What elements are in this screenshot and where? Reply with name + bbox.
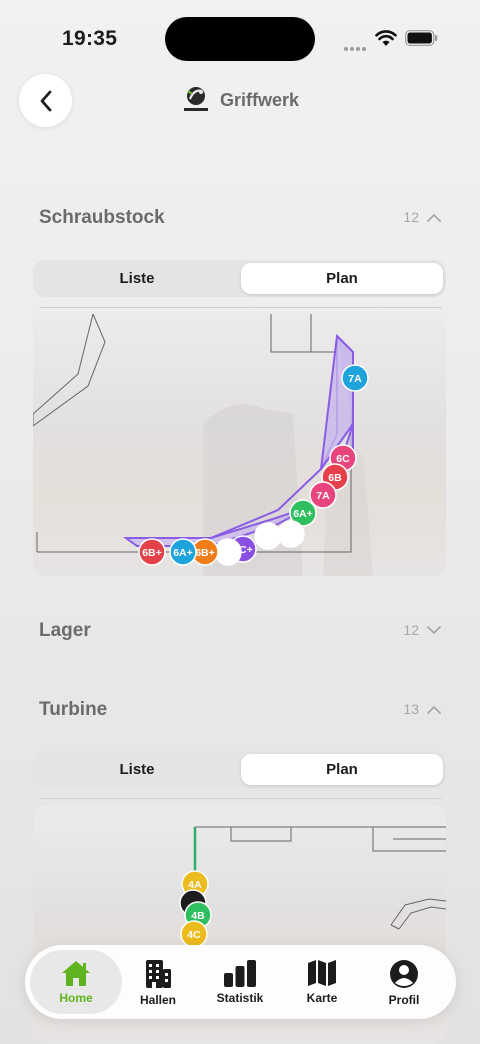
section-toggle-schraubstock[interactable]: 12 bbox=[403, 209, 441, 225]
tab-label: Home bbox=[59, 991, 93, 1005]
view-switch-schraubstock: Liste Plan bbox=[33, 260, 446, 297]
route-grade-label: 6B bbox=[328, 472, 342, 484]
section-title-schraubstock[interactable]: Schraubstock bbox=[39, 207, 165, 229]
section-title-lager[interactable]: Lager bbox=[39, 620, 91, 642]
cellular-signal-icon bbox=[344, 38, 370, 51]
status-bar: 19:35 bbox=[0, 0, 480, 70]
section-toggle-lager[interactable]: 12 bbox=[403, 622, 441, 638]
tab-bar: Home Hallen Statistik Karte Profil bbox=[25, 945, 456, 1019]
tab-hallen[interactable]: Hallen bbox=[112, 950, 204, 1014]
route-marker-circle bbox=[254, 522, 282, 550]
route-grade-label: 4B bbox=[191, 910, 205, 922]
tab-home[interactable]: Home bbox=[30, 950, 122, 1014]
chevron-up-icon bbox=[427, 213, 441, 222]
route-marker-circle bbox=[214, 538, 242, 566]
tab-statistik[interactable]: Statistik bbox=[194, 950, 286, 1014]
building-icon bbox=[146, 960, 171, 988]
route-marker[interactable] bbox=[214, 538, 242, 566]
route-grade-label: 4C bbox=[187, 929, 201, 941]
status-time: 19:35 bbox=[62, 27, 118, 50]
route-grade-label: 6A+ bbox=[293, 508, 313, 520]
route-grade-label: 6B+ bbox=[142, 547, 162, 559]
chevron-down-icon bbox=[427, 625, 441, 634]
route-grade-label: 6B+ bbox=[195, 547, 215, 559]
section-title-turbine[interactable]: Turbine bbox=[39, 699, 107, 721]
segment-list[interactable]: Liste bbox=[36, 754, 238, 785]
tab-profil[interactable]: Profil bbox=[358, 950, 450, 1014]
tab-label: Statistik bbox=[216, 991, 264, 1005]
profile-icon bbox=[390, 960, 418, 988]
segment-list[interactable]: Liste bbox=[36, 263, 238, 294]
route-marker[interactable]: 6B+ bbox=[138, 538, 166, 566]
route-grade-label: 6A+ bbox=[173, 547, 193, 559]
griffwerk-logo bbox=[184, 87, 208, 111]
route-marker[interactable]: 7A bbox=[309, 481, 337, 509]
segment-plan[interactable]: Plan bbox=[241, 754, 443, 785]
section-toggle-turbine[interactable]: 13 bbox=[403, 701, 441, 717]
battery-icon bbox=[405, 30, 438, 46]
route-grade-label: 4A bbox=[188, 879, 202, 891]
route-marker[interactable]: 7A bbox=[341, 364, 369, 392]
chevron-up-icon bbox=[427, 705, 441, 714]
route-grade-label: 7A bbox=[316, 490, 330, 502]
route-marker[interactable]: 6A+ bbox=[169, 538, 197, 566]
segment-plan[interactable]: Plan bbox=[241, 263, 443, 294]
bar-chart-icon bbox=[224, 960, 256, 987]
map-icon bbox=[308, 960, 336, 986]
route-count: 12 bbox=[403, 622, 419, 638]
wifi-icon bbox=[375, 30, 397, 46]
dynamic-island bbox=[165, 17, 315, 61]
route-grade-label: 7A bbox=[348, 373, 362, 385]
tab-label: Karte bbox=[306, 991, 338, 1005]
tab-label: Profil bbox=[388, 993, 420, 1007]
tab-label: Hallen bbox=[139, 993, 176, 1007]
route-marker[interactable] bbox=[277, 520, 305, 548]
tab-karte[interactable]: Karte bbox=[276, 950, 368, 1014]
home-icon bbox=[62, 961, 90, 986]
gym-name: Griffwerk bbox=[220, 89, 300, 110]
view-switch-turbine: Liste Plan bbox=[33, 751, 446, 788]
route-count: 13 bbox=[403, 701, 419, 717]
plan-schraubstock: 7A 6C 6B 7A 6A+ 7C+ 6B+ 6A+ 6B+ bbox=[33, 314, 446, 576]
back-button[interactable] bbox=[19, 74, 72, 127]
divider bbox=[39, 798, 442, 799]
divider bbox=[39, 307, 442, 308]
route-marker-circle bbox=[277, 520, 305, 548]
route-marker[interactable] bbox=[254, 522, 282, 550]
wall-outline bbox=[195, 826, 446, 930]
chevron-left-icon bbox=[40, 90, 51, 111]
route-marker[interactable]: 4C bbox=[180, 920, 208, 948]
route-count: 12 bbox=[403, 209, 419, 225]
gym-brand: Griffwerk bbox=[182, 84, 299, 116]
route-grade-label: 6C bbox=[336, 453, 350, 465]
